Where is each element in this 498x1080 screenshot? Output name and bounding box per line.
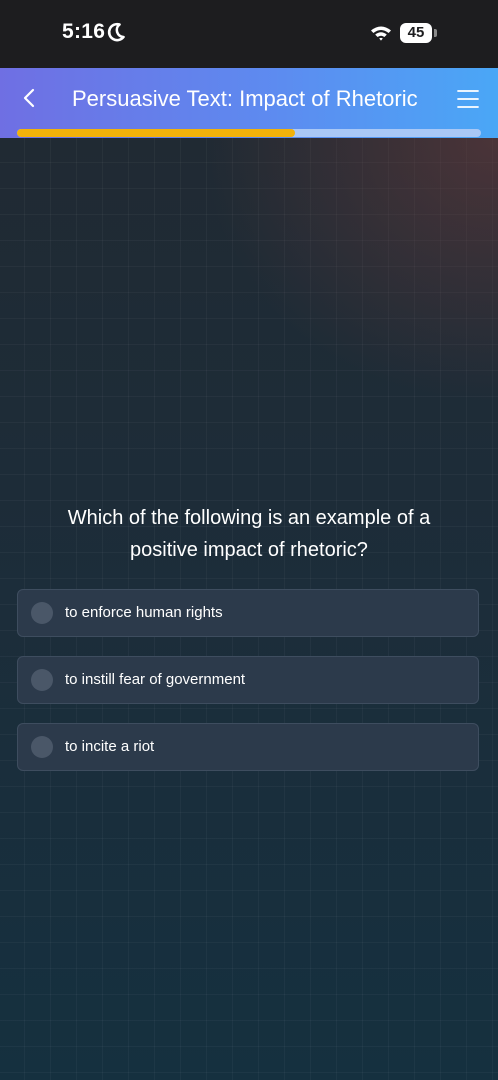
chevron-left-icon[interactable] [18,86,42,110]
status-time: 5:16 [62,20,106,43]
question-text: Which of the following is an example of … [67,507,431,561]
battery-tip [434,29,437,37]
hamburger-menu-icon[interactable] [457,88,479,110]
progress-fill [17,129,296,137]
answer-option-1[interactable]: to enforce human rights [17,589,479,637]
wifi-icon [371,26,391,41]
progress-bar [17,129,481,137]
question-area: Which of the following is an example of … [0,138,498,1080]
answer-option-2[interactable]: to instill fear of government [17,656,479,704]
status-bar: 5:16 45 [0,0,498,68]
answer-option-3[interactable]: to incite a riot [17,723,479,771]
battery-level: 45 [407,24,425,41]
answer-option-label: to enforce human rights [65,604,223,621]
moon-icon [107,22,125,42]
answer-option-label: to instill fear of government [65,671,246,688]
header-bar: Persuasive Text: Impact of Rhetoric [0,68,498,138]
radio-button[interactable] [31,602,53,624]
battery-icon: 45 [400,23,432,43]
radio-button[interactable] [31,669,53,691]
radio-button[interactable] [31,736,53,758]
page-title: Persuasive Text: Impact of Rhetoric [72,86,418,111]
answer-option-label: to incite a riot [65,738,155,755]
